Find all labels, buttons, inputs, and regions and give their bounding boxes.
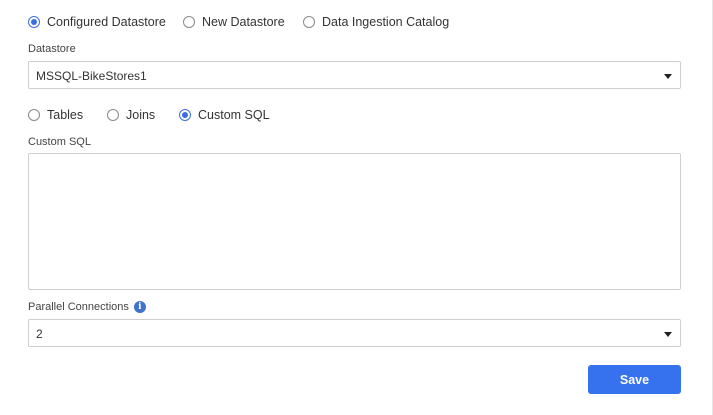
parallel-connections-label: Parallel Connections	[28, 301, 129, 313]
radio-unchecked-icon[interactable]	[303, 16, 315, 28]
custom-sql-textarea[interactable]	[28, 153, 681, 290]
data-ingestion-catalog-radio[interactable]: Data Ingestion Catalog	[303, 15, 449, 29]
tables-label: Tables	[47, 108, 84, 122]
datastore-label: Datastore	[28, 43, 76, 55]
chevron-down-icon[interactable]	[664, 332, 672, 337]
parallel-connections-selected-value: 2	[36, 327, 43, 341]
radio-unchecked-icon[interactable]	[28, 109, 40, 121]
new-datastore-label: New Datastore	[202, 15, 285, 29]
radio-unchecked-icon[interactable]	[107, 109, 119, 121]
query-type-radio-group: Tables Joins Custom SQL	[28, 108, 270, 122]
joins-radio[interactable]: Joins	[107, 108, 179, 122]
tables-radio[interactable]: Tables	[28, 108, 107, 122]
radio-checked-icon[interactable]	[28, 16, 40, 28]
new-datastore-radio[interactable]: New Datastore	[183, 15, 303, 29]
joins-label: Joins	[126, 108, 156, 122]
custom-sql-option-label: Custom SQL	[198, 108, 270, 122]
chevron-down-icon[interactable]	[664, 74, 672, 79]
configured-datastore-radio[interactable]: Configured Datastore	[28, 15, 183, 29]
custom-sql-label: Custom SQL	[28, 136, 91, 148]
parallel-connections-select[interactable]: 2	[28, 319, 681, 347]
info-icon[interactable]: i	[133, 301, 146, 314]
datastore-selected-value: MSSQL-BikeStores1	[36, 69, 147, 83]
configured-datastore-label: Configured Datastore	[47, 15, 166, 29]
datastore-select[interactable]: MSSQL-BikeStores1	[28, 61, 681, 89]
save-button[interactable]: Save	[588, 365, 681, 394]
radio-unchecked-icon[interactable]	[183, 16, 195, 28]
source-type-radio-group: Configured Datastore New Datastore Data …	[28, 15, 449, 29]
parallel-connections-label-row: Parallel Connections i	[28, 301, 146, 314]
data-ingestion-catalog-label: Data Ingestion Catalog	[322, 15, 450, 29]
custom-sql-radio[interactable]: Custom SQL	[179, 108, 270, 122]
radio-checked-icon[interactable]	[179, 109, 191, 121]
